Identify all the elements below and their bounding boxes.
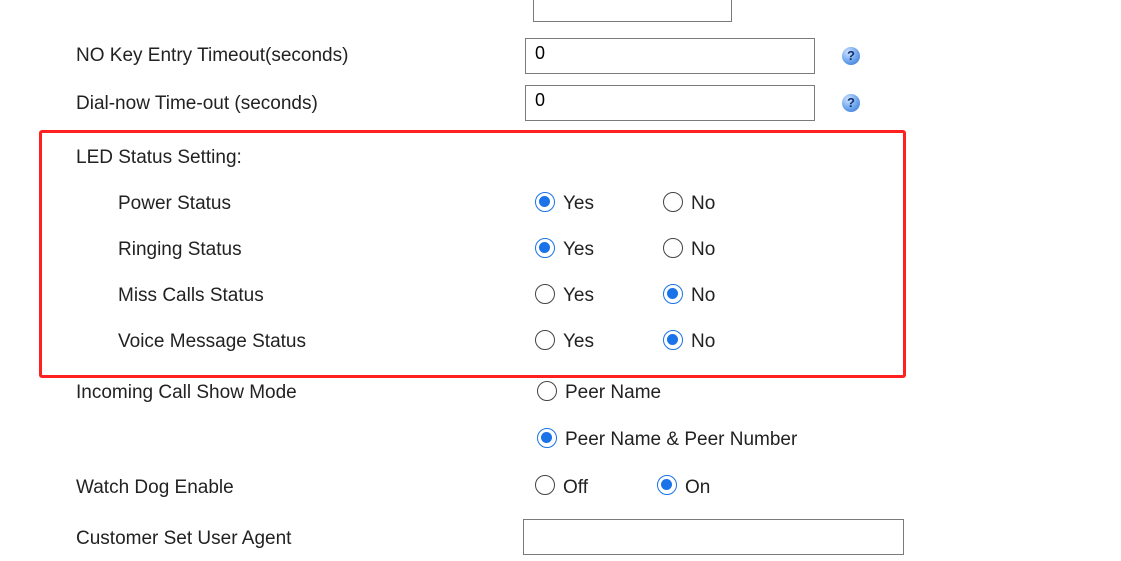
power-status-yes-radio[interactable] (535, 192, 555, 212)
ringing-status-label: Ringing Status (118, 239, 242, 260)
ringing-status-no-label: No (691, 239, 716, 260)
peer-name-and-number-label: Peer Name & Peer Number (565, 429, 798, 450)
help-icon[interactable]: ? (842, 94, 860, 112)
watch-dog-off-radio[interactable] (535, 475, 555, 495)
customer-set-user-agent-input[interactable] (523, 519, 904, 555)
dial-now-timeout-label: Dial-now Time-out (seconds) (76, 93, 318, 114)
no-key-entry-timeout-label: NO Key Entry Timeout(seconds) (76, 45, 349, 66)
miss-calls-status-no-label: No (691, 285, 716, 306)
voice-message-status-no-radio[interactable] (663, 330, 683, 350)
miss-calls-status-label: Miss Calls Status (118, 285, 264, 306)
miss-calls-status-yes-label: Yes (563, 285, 594, 306)
voice-message-status-label: Voice Message Status (118, 331, 306, 352)
peer-name-and-number-radio[interactable] (537, 428, 557, 448)
led-status-setting-title: LED Status Setting: (76, 147, 242, 168)
incoming-call-show-mode-label: Incoming Call Show Mode (76, 382, 297, 403)
dial-now-timeout-input[interactable]: 0 (525, 85, 815, 121)
peer-name-radio[interactable] (537, 381, 557, 401)
watch-dog-on-radio[interactable] (657, 475, 677, 495)
voice-message-status-yes-radio[interactable] (535, 330, 555, 350)
voice-message-status-no-label: No (691, 331, 716, 352)
customer-set-user-agent-label: Customer Set User Agent (76, 528, 292, 549)
ringing-status-yes-label: Yes (563, 239, 594, 260)
ringing-status-no-radio[interactable] (663, 238, 683, 258)
miss-calls-status-yes-radio[interactable] (535, 284, 555, 304)
previous-field-input[interactable] (533, 0, 732, 22)
ringing-status-yes-radio[interactable] (535, 238, 555, 258)
watch-dog-off-label: Off (563, 477, 588, 498)
watch-dog-enable-label: Watch Dog Enable (76, 477, 234, 498)
power-status-no-label: No (691, 193, 716, 214)
watch-dog-on-label: On (685, 477, 711, 498)
voice-message-status-yes-label: Yes (563, 331, 594, 352)
power-status-yes-label: Yes (563, 193, 594, 214)
help-icon[interactable]: ? (842, 47, 860, 65)
peer-name-label: Peer Name (565, 382, 662, 403)
no-key-entry-timeout-input[interactable]: 0 (525, 38, 815, 74)
power-status-no-radio[interactable] (663, 192, 683, 212)
power-status-label: Power Status (118, 193, 231, 214)
miss-calls-status-no-radio[interactable] (663, 284, 683, 304)
